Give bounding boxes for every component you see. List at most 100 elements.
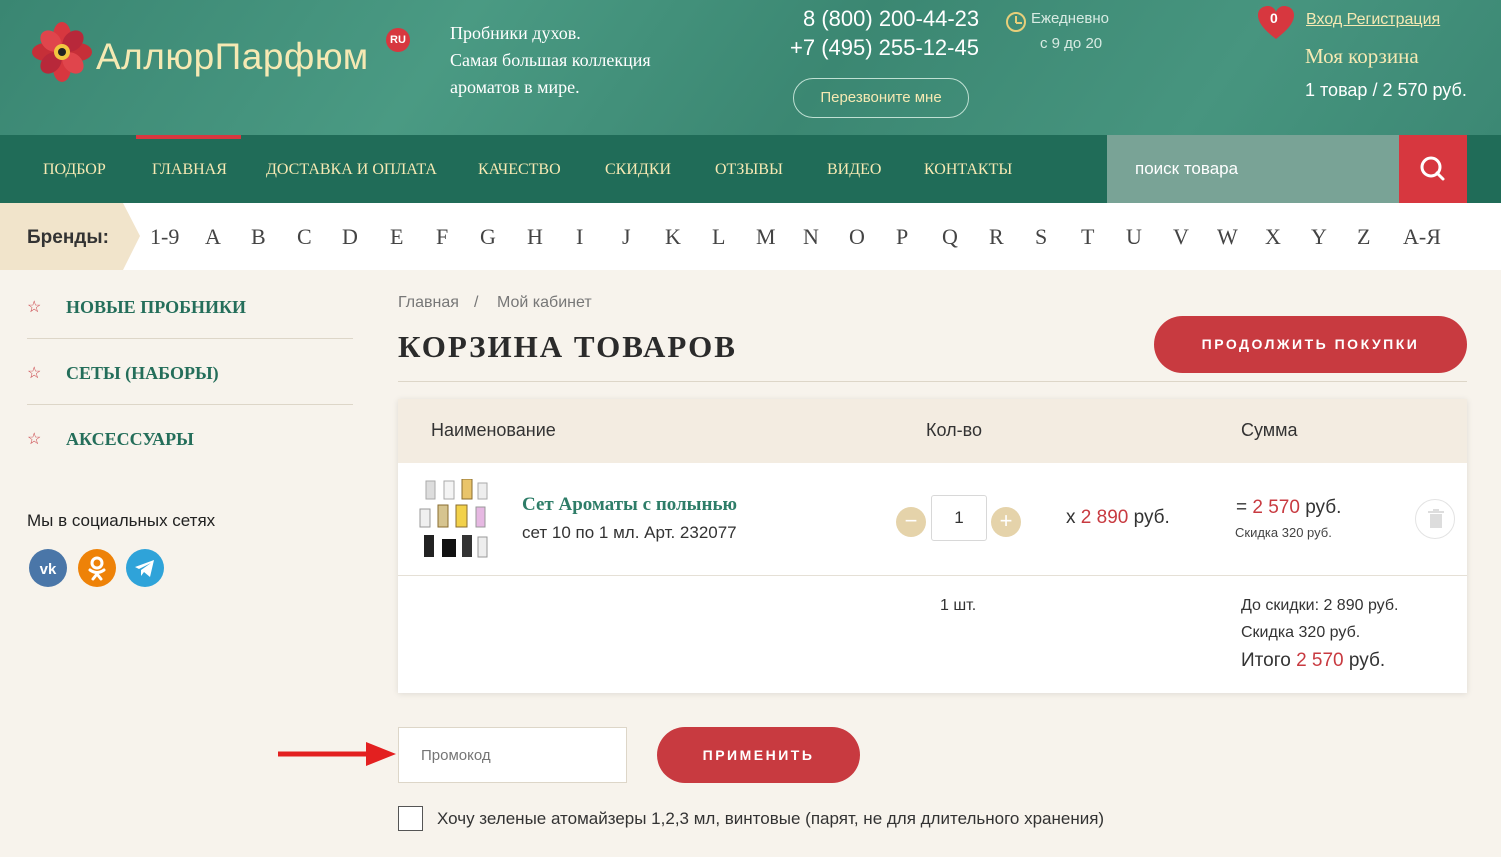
brand-letter-link[interactable]: V [1173,224,1189,250]
breadcrumb-home[interactable]: Главная [398,294,459,312]
brands-label: Бренды: [27,227,109,248]
nav-item-quality[interactable]: КАЧЕСТВО [478,161,561,179]
brand-letter-link[interactable]: T [1081,224,1094,250]
brand-letter-link[interactable]: Z [1357,224,1370,250]
sidebar-item-accessories[interactable]: ☆ АКСЕССУАРЫ [27,405,353,471]
brand-letter-link[interactable]: L [712,224,725,250]
sidebar-item-label: АКСЕССУАРЫ [66,429,194,449]
brand-letter-link[interactable]: 1-9 [150,224,179,250]
brand-letter-link[interactable]: B [251,224,266,250]
brand-letter-link[interactable]: P [896,224,908,250]
nav-item-home[interactable]: ГЛАВНАЯ [152,161,227,179]
nav-item-contacts[interactable]: КОНТАКТЫ [924,161,1012,179]
login-register-link[interactable]: Вход Регистрация [1306,11,1440,29]
brand-letter-link[interactable]: D [342,224,358,250]
phone-secondary[interactable]: +7 (495) 255-12-45 [790,35,979,61]
brand-letter-link[interactable]: F [436,224,448,250]
product-subtitle: сет 10 по 1 мл. Арт. 232077 [522,523,737,542]
sidebar-item-new-samples[interactable]: ☆ НОВЫЕ ПРОБНИКИ [27,273,353,339]
breadcrumb-separator: / [474,294,479,311]
total-count: 1 шт. [940,597,977,614]
promo-code-input[interactable] [398,727,627,783]
brands-bar: Бренды: 1-9 A B C D E F G H I J K L M N O P Q R S T U V W X Y Z А-Я [0,203,1501,270]
column-header-qty: Кол-во [926,420,982,440]
nav-item-reviews[interactable]: ОТЗЫВЫ [715,161,783,179]
qty-increase-button[interactable]: + [991,507,1021,537]
unit-price: x 2 890 руб. [1066,507,1170,529]
nav-item-video[interactable]: ВИДЕО [827,161,881,179]
quantity-input[interactable] [931,495,987,541]
social-title: Мы в социальных сетях [27,511,216,530]
total-prefix: Итого [1241,650,1297,671]
brand-letter-link[interactable]: H [527,224,543,250]
total-discount: Скидка 320 руб. [1241,624,1361,641]
brand-letter-link[interactable]: X [1265,224,1281,250]
brand-letter-link[interactable]: Q [942,224,958,250]
region-badge: RU [386,28,410,52]
nav-item-delivery[interactable]: ДОСТАВКА И ОПЛАТА [266,161,437,179]
star-icon: ☆ [27,431,42,448]
line-sum: = 2 570 руб. [1236,497,1341,519]
divider [398,381,1467,382]
atomizer-checkbox-label[interactable]: Хочу зеленые атомайзеры 1,2,3 мл, винтов… [437,809,1104,829]
brand-letter-link[interactable]: I [576,224,583,250]
brand-letter-link[interactable]: U [1126,224,1142,250]
brand-letter-link[interactable]: R [989,224,1004,250]
nav-item-discounts[interactable]: СКИДКИ [605,161,671,179]
odnoklassniki-icon[interactable] [78,549,116,587]
total-before-discount: До скидки: 2 890 руб. [1241,597,1399,614]
brand-letter-link[interactable]: O [849,224,865,250]
slogan: Пробники духов. Самая большая коллекция … [450,20,730,101]
star-icon: ☆ [27,299,42,316]
remove-item-button[interactable] [1415,499,1455,539]
nav-item-podbor[interactable]: ПОДБОР [43,161,106,179]
nav-active-indicator [136,135,241,139]
flower-logo-icon [32,22,92,82]
brand-letter-link[interactable]: E [390,224,403,250]
brand-letter-link[interactable]: А-Я [1403,224,1441,250]
search-icon [1420,156,1445,181]
cart-summary[interactable]: 1 товар / 2 570 руб. [1305,80,1467,101]
product-name-link[interactable]: Сет Ароматы с полынью [522,494,737,516]
row-divider [398,575,1467,576]
vk-icon[interactable]: vk [29,549,67,587]
site-header: АллюрПарфюм RU Пробники духов. Самая бол… [0,0,1501,135]
sidebar-item-sets[interactable]: ☆ СЕТЫ (НАБОРЫ) [27,339,353,405]
slogan-line: Пробники духов. [450,23,581,43]
favorites-count: 0 [1270,10,1278,26]
brand-letter-link[interactable]: Y [1311,224,1327,250]
callback-button[interactable]: Перезвоните мне [793,78,969,118]
telegram-icon[interactable] [126,549,164,587]
search-button[interactable] [1399,135,1467,203]
brand-letter-link[interactable]: J [622,224,631,250]
sum-prefix: = [1236,497,1253,518]
brand-letter-link[interactable]: G [480,224,496,250]
clock-icon [1006,12,1026,32]
brand-letter-link[interactable]: W [1217,224,1238,250]
qty-decrease-button[interactable]: − [896,507,926,537]
sum-value: 2 570 [1252,497,1300,518]
apply-promo-button[interactable]: ПРИМЕНИТЬ [657,727,860,783]
brand-letter-link[interactable]: N [803,224,819,250]
grand-total: Итого 2 570 руб. [1241,650,1385,672]
cart-title[interactable]: Моя корзина [1305,44,1419,69]
breadcrumb-current[interactable]: Мой кабинет [497,294,592,312]
total-value: 2 570 [1296,650,1344,671]
search-input[interactable]: поиск товара [1107,135,1399,203]
price-suffix: руб. [1128,507,1170,528]
brand-letter-link[interactable]: A [205,224,221,250]
site-logo[interactable]: АллюрПарфюм RU [26,22,416,84]
brand-letter-link[interactable]: C [297,224,312,250]
cart-table-header: Наименование Кол-во Сумма [398,399,1467,463]
brand-letter-link[interactable]: K [665,224,681,250]
cart-table: Наименование Кол-во Сумма Сет Ароматы с … [398,399,1467,693]
phone-primary[interactable]: 8 (800) 200-44-23 [803,6,979,32]
continue-shopping-button[interactable]: ПРОДОЛЖИТЬ ПОКУПКИ [1154,316,1467,373]
brand-letter-link[interactable]: M [756,224,776,250]
atomizer-checkbox[interactable] [398,806,423,831]
brand-letter-link[interactable]: S [1035,224,1047,250]
price-value: 2 890 [1080,507,1129,528]
product-thumbnail[interactable] [416,479,492,561]
total-suffix: руб. [1343,650,1386,671]
main-nav: ПОДБОР ГЛАВНАЯ ДОСТАВКА И ОПЛАТА КАЧЕСТВ… [0,135,1501,203]
